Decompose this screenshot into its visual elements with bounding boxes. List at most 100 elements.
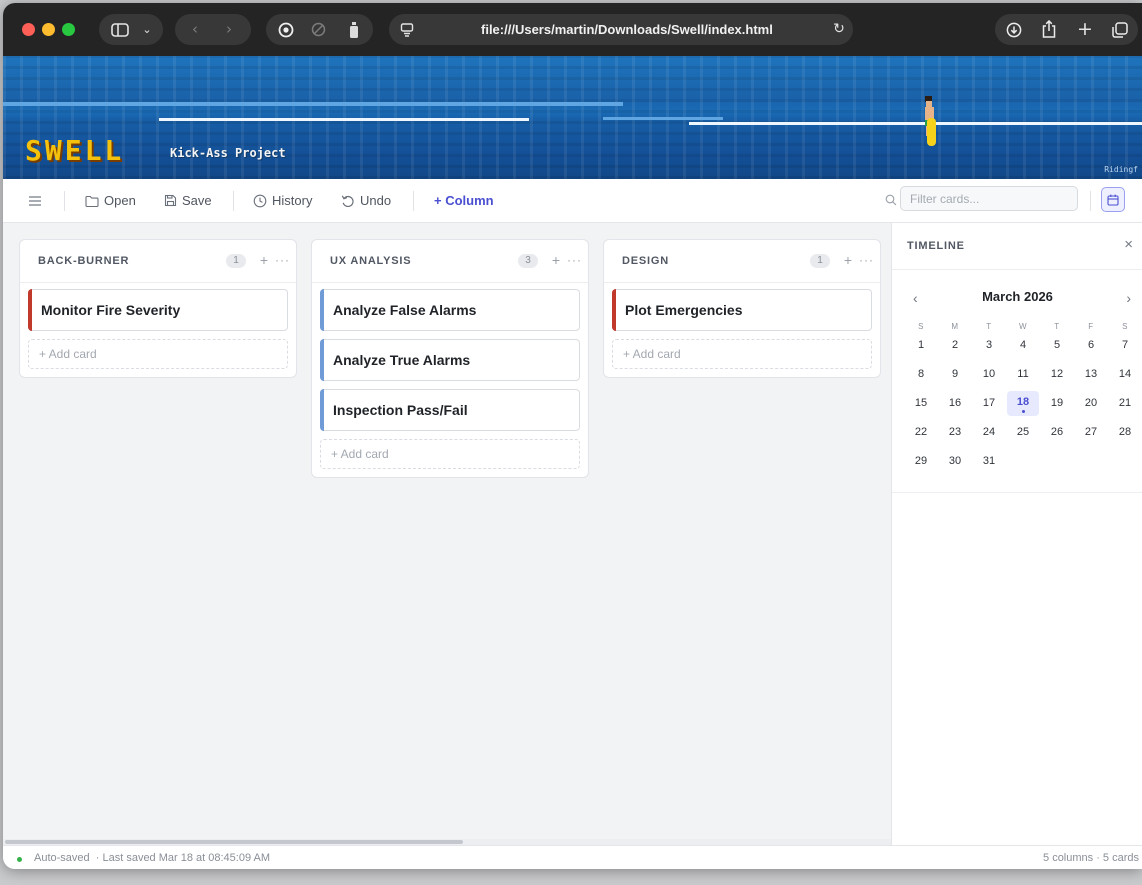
filter-cards-input[interactable] bbox=[900, 186, 1078, 211]
add-card-plus-icon[interactable]: + bbox=[260, 251, 268, 269]
card[interactable]: Plot Emergencies bbox=[612, 289, 872, 331]
calendar-day[interactable]: 19 bbox=[1041, 391, 1073, 416]
weekday-label: T bbox=[1054, 322, 1060, 331]
folder-icon bbox=[85, 195, 99, 207]
chevron-down-icon[interactable]: ⌄ bbox=[137, 14, 157, 45]
page-menu-icon[interactable] bbox=[394, 14, 420, 48]
calendar-day[interactable]: 23 bbox=[939, 420, 971, 445]
project-subtitle: Kick-Ass Project bbox=[170, 146, 286, 160]
calendar-day[interactable]: 15 bbox=[905, 391, 937, 416]
downloads-icon[interactable] bbox=[1001, 14, 1027, 49]
back-icon[interactable]: ‹ bbox=[181, 14, 209, 45]
blocked-icon[interactable] bbox=[305, 14, 331, 48]
open-button[interactable]: Open bbox=[85, 179, 136, 222]
calendar-day[interactable]: 6 bbox=[1075, 333, 1107, 358]
reload-icon[interactable]: ↻ bbox=[829, 14, 849, 45]
calendar-day[interactable]: 12 bbox=[1041, 362, 1073, 387]
minimize-window-button[interactable] bbox=[42, 23, 55, 36]
close-icon[interactable]: × bbox=[1124, 237, 1133, 253]
toolbar-divider bbox=[64, 191, 65, 211]
calendar-day[interactable]: 27 bbox=[1075, 420, 1107, 445]
menu-button[interactable] bbox=[28, 179, 42, 222]
calendar-day-today[interactable]: 18 bbox=[1007, 391, 1039, 416]
add-column-button[interactable]: + Column bbox=[434, 179, 494, 222]
calendar-day[interactable]: 24 bbox=[973, 420, 1005, 445]
calendar-day[interactable]: 5 bbox=[1041, 333, 1073, 358]
card[interactable]: Inspection Pass/Fail bbox=[320, 389, 580, 431]
more-options-icon[interactable]: ··· bbox=[567, 251, 582, 269]
forward-icon[interactable]: › bbox=[215, 14, 243, 45]
address-url[interactable]: file:///Users/martin/Downloads/Swell/ind… bbox=[481, 14, 773, 45]
timeline-toggle-button[interactable] bbox=[1101, 187, 1125, 212]
weekday-label: S bbox=[1122, 322, 1128, 331]
calendar-day[interactable]: 26 bbox=[1041, 420, 1073, 445]
add-card-button[interactable]: + Add card bbox=[612, 339, 872, 369]
save-button[interactable]: Save bbox=[164, 179, 212, 222]
more-options-icon[interactable]: ··· bbox=[859, 251, 874, 269]
calendar-day[interactable]: 30 bbox=[939, 449, 971, 474]
add-card-button[interactable]: + Add card bbox=[28, 339, 288, 369]
share-icon[interactable] bbox=[1036, 14, 1062, 49]
toolbar-divider bbox=[413, 191, 414, 211]
calendar-day[interactable]: 3 bbox=[973, 333, 1005, 358]
card[interactable]: Monitor Fire Severity bbox=[28, 289, 288, 331]
undo-button[interactable]: Undo bbox=[341, 179, 391, 222]
card-title: Plot Emergencies bbox=[625, 302, 743, 318]
add-card-plus-icon[interactable]: + bbox=[844, 251, 852, 269]
timeline-title: TIMELINE bbox=[907, 240, 965, 252]
save-status-text: Auto-saved · Last saved Mar 18 at 08:45:… bbox=[34, 852, 271, 864]
calendar-day[interactable]: 13 bbox=[1075, 362, 1107, 387]
calendar-day[interactable]: 31 bbox=[973, 449, 1005, 474]
bottle-icon[interactable] bbox=[341, 14, 367, 49]
calendar-day[interactable]: 11 bbox=[1007, 362, 1039, 387]
calendar-day[interactable]: 14 bbox=[1109, 362, 1141, 387]
weekday-label: M bbox=[951, 322, 959, 331]
calendar-day[interactable]: 7 bbox=[1109, 333, 1141, 358]
calendar-day[interactable]: 16 bbox=[939, 391, 971, 416]
history-label: History bbox=[272, 193, 313, 208]
card-title: Analyze False Alarms bbox=[333, 302, 477, 318]
column-title: BACK-BURNER bbox=[38, 255, 130, 267]
card[interactable]: Analyze True Alarms bbox=[320, 339, 580, 381]
calendar-day[interactable]: 29 bbox=[905, 449, 937, 474]
column-title: UX ANALYSIS bbox=[330, 255, 412, 267]
card[interactable]: Analyze False Alarms bbox=[320, 289, 580, 331]
more-options-icon[interactable]: ··· bbox=[275, 251, 290, 269]
calendar-day[interactable]: 21 bbox=[1109, 391, 1141, 416]
browser-titlebar: ⌄ ‹ › file:///Users/martin/Downloads/Swe… bbox=[3, 3, 1142, 56]
column-header: UX ANALYSIS 3 + ··· bbox=[312, 240, 588, 283]
new-tab-icon[interactable]: + bbox=[1072, 14, 1098, 45]
search-icon bbox=[885, 194, 897, 206]
sidebar-icon[interactable] bbox=[107, 14, 133, 48]
weekday-label: T bbox=[986, 322, 992, 331]
zoom-window-button[interactable] bbox=[62, 23, 75, 36]
toolbar-divider bbox=[1090, 191, 1091, 211]
target-icon[interactable] bbox=[273, 14, 299, 49]
next-month-icon[interactable]: › bbox=[1126, 290, 1131, 306]
column-design: DESIGN 1 + ··· Plot Emergencies + Add ca… bbox=[603, 239, 881, 378]
tab-overview-icon[interactable] bbox=[1107, 14, 1133, 49]
calendar-day[interactable]: 17 bbox=[973, 391, 1005, 416]
calendar-day[interactable]: 10 bbox=[973, 362, 1005, 387]
calendar-day[interactable]: 28 bbox=[1109, 420, 1141, 445]
calendar-day[interactable]: 22 bbox=[905, 420, 937, 445]
calendar-day[interactable]: 9 bbox=[939, 362, 971, 387]
autosave-status-dot bbox=[17, 857, 22, 862]
calendar-day[interactable]: 4 bbox=[1007, 333, 1039, 358]
close-window-button[interactable] bbox=[22, 23, 35, 36]
board-summary: 5 columns · 5 cards bbox=[1043, 852, 1139, 864]
scrollbar-thumb[interactable] bbox=[5, 840, 463, 844]
add-card-button[interactable]: + Add card bbox=[320, 439, 580, 469]
calendar-day[interactable]: 8 bbox=[905, 362, 937, 387]
calendar-day[interactable]: 1 bbox=[905, 333, 937, 358]
save-label: Save bbox=[182, 193, 212, 208]
undo-label: Undo bbox=[360, 193, 392, 208]
weekday-label: F bbox=[1088, 322, 1094, 331]
history-button[interactable]: History bbox=[253, 179, 312, 222]
calendar-day[interactable]: 20 bbox=[1075, 391, 1107, 416]
calendar: ‹ March 2026 › S M T W T F S 1 2 3 4 5 6 7 8 9 10 11 12 13 1… bbox=[892, 270, 1142, 493]
calendar-day[interactable]: 25 bbox=[1007, 420, 1039, 445]
calendar-day[interactable]: 2 bbox=[939, 333, 971, 358]
add-card-plus-icon[interactable]: + bbox=[552, 251, 560, 269]
timeline-panel: TIMELINE × ‹ March 2026 › SMTWTFS1234567… bbox=[891, 223, 1142, 845]
